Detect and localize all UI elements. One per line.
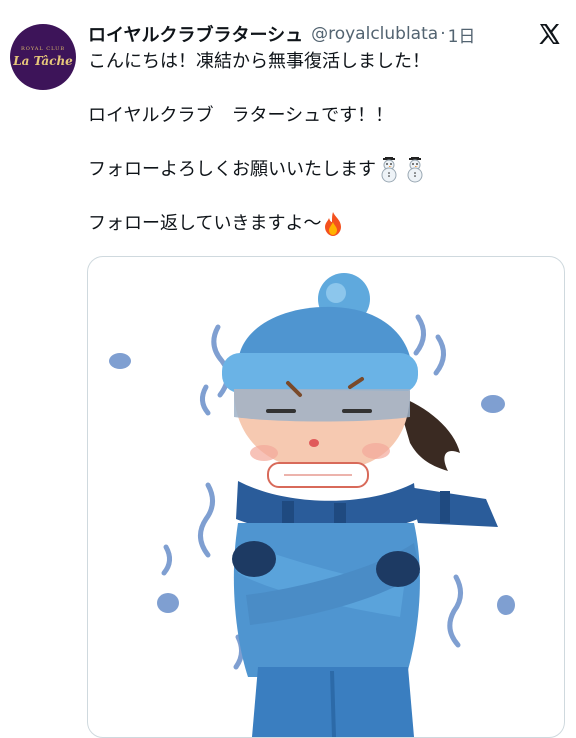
tweet-media[interactable] xyxy=(87,256,565,738)
timestamp[interactable]: 1日 xyxy=(448,22,476,47)
tweet-line-1: こんにちは！凍結から無事復活しました！ xyxy=(88,51,430,72)
user-handle[interactable]: @royalclublata xyxy=(311,24,438,44)
tweet-text: こんにちは！凍結から無事復活しました！ ロイヤルクラブ ラターシュです！！ フォ… xyxy=(88,48,558,238)
fire-icon xyxy=(325,212,342,236)
avatar[interactable]: ROYAL CLUB La Tâche xyxy=(10,24,76,90)
avatar-top-text: ROYAL CLUB xyxy=(20,46,66,52)
display-name[interactable]: ロイヤルクラブラターシュ xyxy=(88,21,303,47)
freezing-person-illustration xyxy=(109,273,515,737)
snowman-icon xyxy=(407,157,423,183)
x-logo-icon[interactable] xyxy=(536,22,562,46)
tweet-header: ロイヤルクラブラターシュ @royalclublata · 1日 xyxy=(88,20,528,48)
tweet-line-4-text: フォロー返していきますよ〜 xyxy=(88,213,322,234)
separator: · xyxy=(440,24,446,44)
tweet-line-3-text: フォローよろしくお願いいたします xyxy=(88,159,376,180)
snowman-icon xyxy=(381,157,397,183)
tweet-line-3: フォローよろしくお願いいたします xyxy=(88,156,558,184)
avatar-logo-text: La Tâche xyxy=(13,54,73,68)
tweet-line-4: フォロー返していきますよ〜 xyxy=(88,210,558,238)
tweet-line-2: ロイヤルクラブ ラターシュです！！ xyxy=(88,105,394,126)
